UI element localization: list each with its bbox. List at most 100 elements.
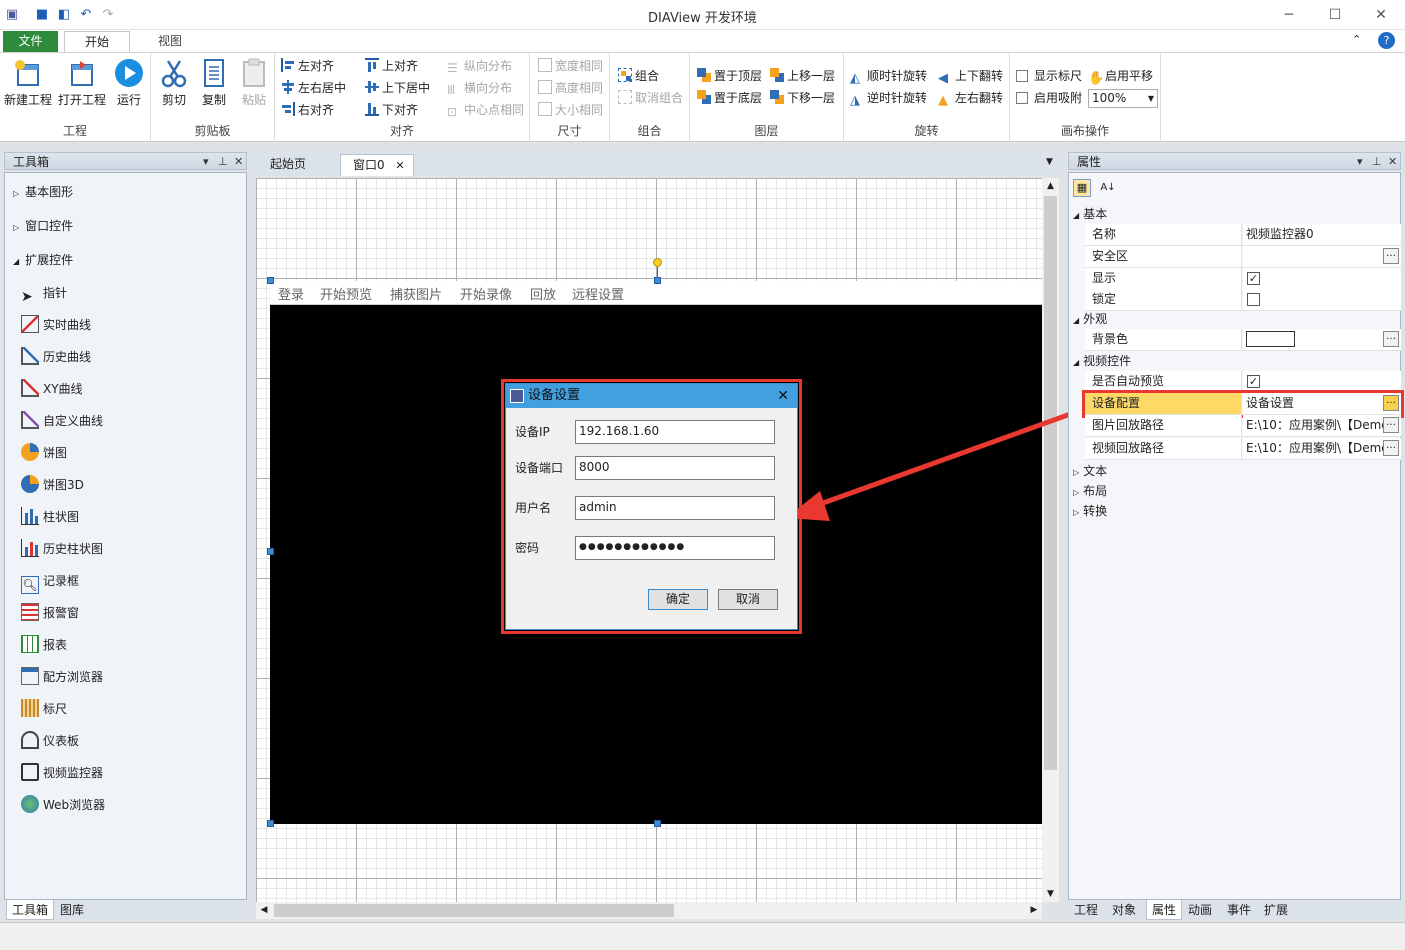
minimize-button[interactable]: ─ bbox=[1266, 0, 1312, 30]
help-icon[interactable]: ? bbox=[1378, 32, 1395, 49]
tab-project[interactable]: 工程 bbox=[1074, 900, 1098, 920]
username-input[interactable]: admin bbox=[575, 496, 775, 520]
dropdown-icon[interactable]: ▾ bbox=[1357, 153, 1363, 171]
prop-category-basic[interactable]: ◢ 基本 bbox=[1073, 204, 1107, 224]
prop-category-transform[interactable]: ▷ 转换 bbox=[1073, 501, 1107, 521]
toolbox-category[interactable]: ▷ 基本图形 bbox=[13, 182, 73, 202]
new-project-button[interactable]: 新建工程 bbox=[4, 57, 52, 108]
move-down-button[interactable]: 下移一层 bbox=[770, 88, 835, 108]
toolbox-item-dashboard[interactable]: 仪表板 bbox=[21, 731, 79, 751]
resize-handle[interactable] bbox=[654, 277, 661, 284]
checkbox-checked-icon[interactable]: ✓ bbox=[1247, 272, 1260, 285]
send-to-back-button[interactable]: 置于底层 bbox=[697, 88, 762, 108]
toolbox-category[interactable]: ▷ 窗口控件 bbox=[13, 216, 73, 236]
prop-category-video[interactable]: ◢ 视频控件 bbox=[1073, 351, 1131, 371]
toolbox-item-report[interactable]: 报表 bbox=[21, 635, 67, 655]
prop-row-video-path[interactable]: 视频回放路径 E:\10：应用案例\【Demo… bbox=[1085, 438, 1401, 460]
prop-category-text[interactable]: ▷ 文本 bbox=[1073, 461, 1107, 481]
resize-handle[interactable] bbox=[267, 277, 274, 284]
tab-window0[interactable]: 窗口0 ✕ bbox=[340, 154, 414, 176]
tab-home[interactable]: 开始 bbox=[64, 31, 130, 52]
dropdown-icon[interactable]: ▾ bbox=[203, 153, 209, 171]
rotate-cw-button[interactable]: ◭ 顺时针旋转 bbox=[850, 66, 927, 86]
toolbox-item-history-curve[interactable]: 历史曲线 bbox=[21, 347, 91, 367]
pin-icon[interactable]: ⊥ bbox=[1372, 153, 1382, 171]
show-ruler-checkbox[interactable]: 显示标尺 bbox=[1016, 66, 1082, 86]
tab-events[interactable]: 事件 bbox=[1227, 900, 1251, 920]
toolbox-item-pie[interactable]: 饼图 bbox=[21, 443, 67, 463]
toolbox-item-pie3d[interactable]: 饼图3D bbox=[21, 475, 84, 495]
ellipsis-button[interactable]: … bbox=[1383, 440, 1399, 456]
alphabetical-sort-icon[interactable]: A↓ bbox=[1099, 179, 1117, 197]
align-hcenter-button[interactable]: 左右居中 bbox=[281, 78, 346, 98]
tab-object[interactable]: 对象 bbox=[1112, 900, 1136, 920]
resize-handle[interactable] bbox=[267, 820, 274, 827]
same-width-button[interactable]: 宽度相同 bbox=[538, 56, 603, 76]
prop-row-image-path[interactable]: 图片回放路径 E:\10：应用案例\【Demo… bbox=[1085, 415, 1401, 437]
align-left-button[interactable]: 左对齐 bbox=[281, 56, 334, 76]
ellipsis-button[interactable]: … bbox=[1383, 417, 1399, 433]
tab-start-page[interactable]: 起始页 bbox=[258, 154, 318, 176]
move-up-button[interactable]: 上移一层 bbox=[770, 66, 835, 86]
pin-icon[interactable]: ⊥ bbox=[218, 153, 228, 171]
align-bottom-button[interactable]: 下对齐 bbox=[365, 100, 418, 120]
prop-row-bgcolor[interactable]: 背景色… bbox=[1085, 329, 1401, 351]
ellipsis-button[interactable]: … bbox=[1383, 248, 1399, 264]
video-preview-button[interactable]: 开始预览 bbox=[320, 284, 372, 303]
toolbox-item-alarm-window[interactable]: 报警窗 bbox=[21, 603, 79, 623]
tab-file[interactable]: 文件 bbox=[3, 31, 58, 52]
toolbox-item-ruler[interactable]: 标尺 bbox=[21, 699, 67, 719]
toolbox-item-bar[interactable]: 柱状图 bbox=[21, 507, 79, 527]
prop-row-autopreview[interactable]: 是否自动预览 ✓ bbox=[1085, 371, 1401, 393]
run-button[interactable]: 运行 bbox=[110, 57, 148, 108]
prop-row-device-config[interactable]: 设备配置 设备设置… bbox=[1082, 390, 1404, 418]
toolbox-category[interactable]: ◢ 扩展控件 bbox=[13, 250, 73, 270]
distribute-vertical-button[interactable]: ☰ 纵向分布 bbox=[447, 56, 512, 76]
enable-snap-checkbox[interactable]: 启用吸附 bbox=[1016, 88, 1082, 108]
tab-view[interactable]: 视图 bbox=[140, 31, 200, 52]
align-vcenter-button[interactable]: 上下居中 bbox=[365, 78, 430, 98]
align-top-button[interactable]: 上对齐 bbox=[365, 56, 418, 76]
toolbox-item-pointer[interactable]: ➤ 指针 bbox=[21, 283, 67, 305]
distribute-horizontal-button[interactable]: Ⅲ 横向分布 bbox=[447, 78, 512, 98]
horizontal-scrollbar[interactable]: ◀ ▶ bbox=[256, 902, 1042, 919]
paste-button[interactable]: 粘贴 bbox=[237, 57, 271, 108]
tab-gallery[interactable]: 图库 bbox=[60, 900, 84, 920]
close-icon[interactable]: ✕ bbox=[1388, 153, 1397, 171]
toolbox-item-realtime-curve[interactable]: 实时曲线 bbox=[21, 315, 91, 335]
password-input[interactable]: ●●●●●●●●●●●● bbox=[575, 536, 775, 560]
same-size-button[interactable]: 大小相同 bbox=[538, 100, 603, 120]
prop-category-layout[interactable]: ▷ 布局 bbox=[1073, 481, 1107, 501]
cancel-button[interactable]: 取消 bbox=[718, 589, 778, 610]
group-button[interactable]: 组合 bbox=[618, 66, 659, 86]
video-login-button[interactable]: 登录 bbox=[278, 284, 304, 303]
toolbox-item-recipe-browser[interactable]: 配方浏览器 bbox=[21, 667, 103, 687]
device-ip-input[interactable]: 192.168.1.60 bbox=[575, 420, 775, 444]
rotate-handle[interactable] bbox=[653, 258, 662, 267]
prop-row-lock[interactable]: 锁定 bbox=[1085, 289, 1401, 311]
vertical-scrollbar[interactable]: ▲ ▼ bbox=[1042, 178, 1059, 902]
ok-button[interactable]: 确定 bbox=[648, 589, 708, 610]
dialog-close-icon[interactable]: ✕ bbox=[777, 384, 789, 408]
video-record-button[interactable]: 开始录像 bbox=[460, 284, 512, 303]
prop-category-appearance[interactable]: ◢ 外观 bbox=[1073, 309, 1107, 329]
device-port-input[interactable]: 8000 bbox=[575, 456, 775, 480]
prop-row-visible[interactable]: 显示 ✓ bbox=[1085, 268, 1401, 290]
tab-animation[interactable]: 动画 bbox=[1188, 900, 1212, 920]
open-project-button[interactable]: 打开工程 bbox=[58, 57, 106, 108]
checkbox-unchecked-icon[interactable] bbox=[1247, 293, 1260, 306]
same-height-button[interactable]: 高度相同 bbox=[538, 78, 603, 98]
rotate-ccw-button[interactable]: ◮ 逆时针旋转 bbox=[850, 88, 927, 108]
toolbox-item-custom-curve[interactable]: 自定义曲线 bbox=[21, 411, 103, 431]
ungroup-button[interactable]: 取消组合 bbox=[618, 88, 683, 108]
categorized-view-icon[interactable]: ▦ bbox=[1073, 179, 1091, 197]
checkbox-checked-icon[interactable]: ✓ bbox=[1247, 375, 1260, 388]
video-remote-settings-button[interactable]: 远程设置 bbox=[572, 284, 624, 303]
copy-button[interactable]: 复制 bbox=[197, 57, 231, 108]
toolbox-item-xy-curve[interactable]: XY曲线 bbox=[21, 379, 83, 399]
maximize-button[interactable]: ☐ bbox=[1312, 0, 1358, 30]
toolbox-item-web-browser[interactable]: Web浏览器 bbox=[21, 795, 105, 815]
tab-toolbox[interactable]: 工具箱 bbox=[6, 900, 55, 920]
resize-handle[interactable] bbox=[654, 820, 661, 827]
enable-pan-button[interactable]: ✋启用平移 bbox=[1088, 66, 1153, 86]
